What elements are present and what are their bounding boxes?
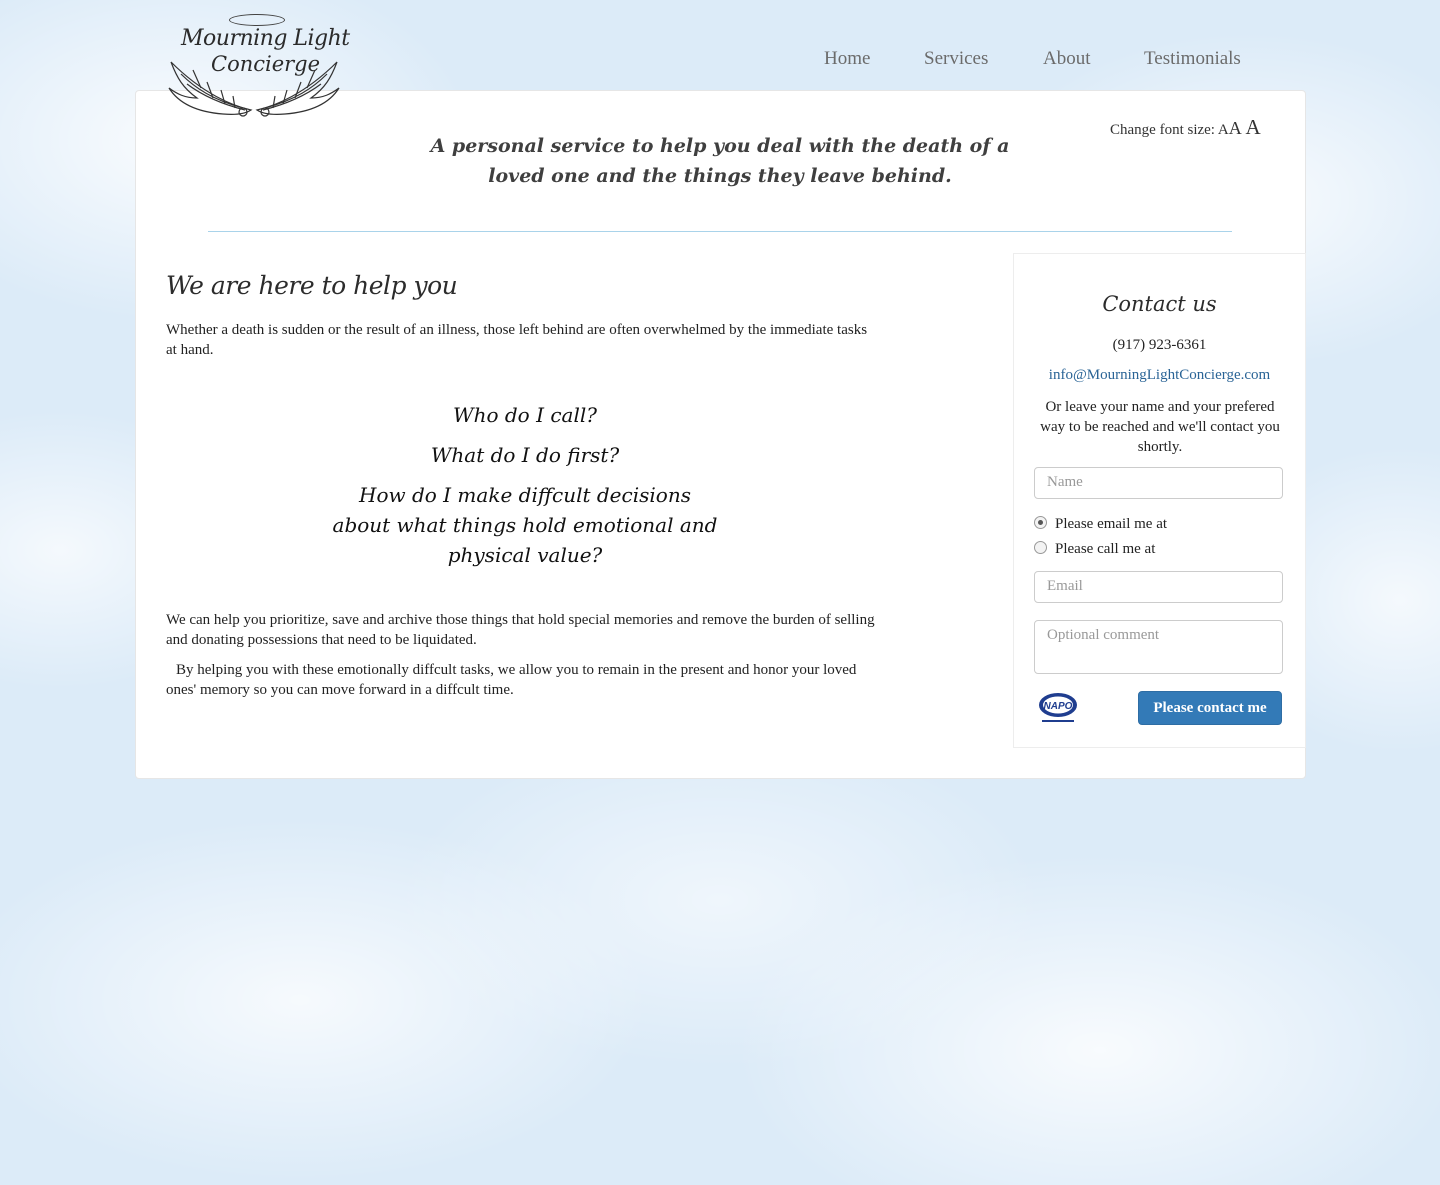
question-1: Who do I call? (453, 403, 597, 427)
contact-box: Contact us (917) 923-6361 info@MourningL… (1013, 253, 1306, 748)
radio-call-label: Please call me at (1055, 541, 1156, 557)
intro-paragraph: Whether a death is sudden or the result … (166, 322, 868, 358)
paragraph-3: By helping you with these emotionally di… (166, 662, 857, 698)
nav-home[interactable]: Home (824, 48, 870, 70)
site-logo[interactable]: Mourning Light Concierge (163, 12, 350, 118)
radio-call[interactable] (1034, 541, 1047, 554)
halo-icon (229, 14, 285, 26)
font-size-large-button[interactable]: A (1246, 115, 1261, 139)
question-2: What do I do first? (430, 443, 620, 467)
question-3: How do I make diffcult decisions about w… (332, 483, 718, 567)
divider (208, 231, 1232, 232)
radio-email[interactable] (1034, 516, 1047, 529)
nav-testimonials[interactable]: Testimonials (1144, 48, 1241, 70)
name-input[interactable]: Name (1034, 467, 1283, 499)
nav-about[interactable]: About (1043, 48, 1091, 70)
font-size-control: Change font size: AA A (1110, 115, 1261, 140)
tagline: A personal service to help you deal with… (430, 135, 1010, 187)
napo-logo: NAPO (1039, 693, 1077, 722)
nav-services[interactable]: Services (924, 48, 988, 70)
contact-title: Contact us (1102, 292, 1217, 316)
radio-email-option[interactable]: Please email me at (1034, 516, 1167, 533)
paragraph-2: We can help you prioritize, save and arc… (166, 612, 875, 648)
napo-text: NAPO (1044, 701, 1073, 712)
contact-phone: (917) 923-6361 (1112, 337, 1207, 353)
main-panel: Change font size: AA A A personal servic… (135, 90, 1306, 779)
font-size-label: Change font size: (1110, 122, 1215, 138)
angel-wings-icon (168, 61, 340, 117)
font-size-medium-button[interactable]: A (1229, 118, 1242, 138)
email-input[interactable]: Email (1034, 571, 1283, 603)
contact-email-link[interactable]: info@MourningLightConcierge.com (1014, 367, 1305, 384)
submit-button[interactable]: Please contact me (1138, 691, 1282, 725)
section-heading: We are here to help you (166, 271, 458, 300)
radio-call-option[interactable]: Please call me at (1034, 541, 1155, 558)
contact-blurb: Or leave your name and your prefered way… (1040, 399, 1280, 455)
radio-email-label: Please email me at (1055, 516, 1168, 532)
comment-textarea[interactable]: Optional comment (1034, 620, 1283, 674)
font-size-small-button[interactable]: A (1218, 122, 1229, 138)
